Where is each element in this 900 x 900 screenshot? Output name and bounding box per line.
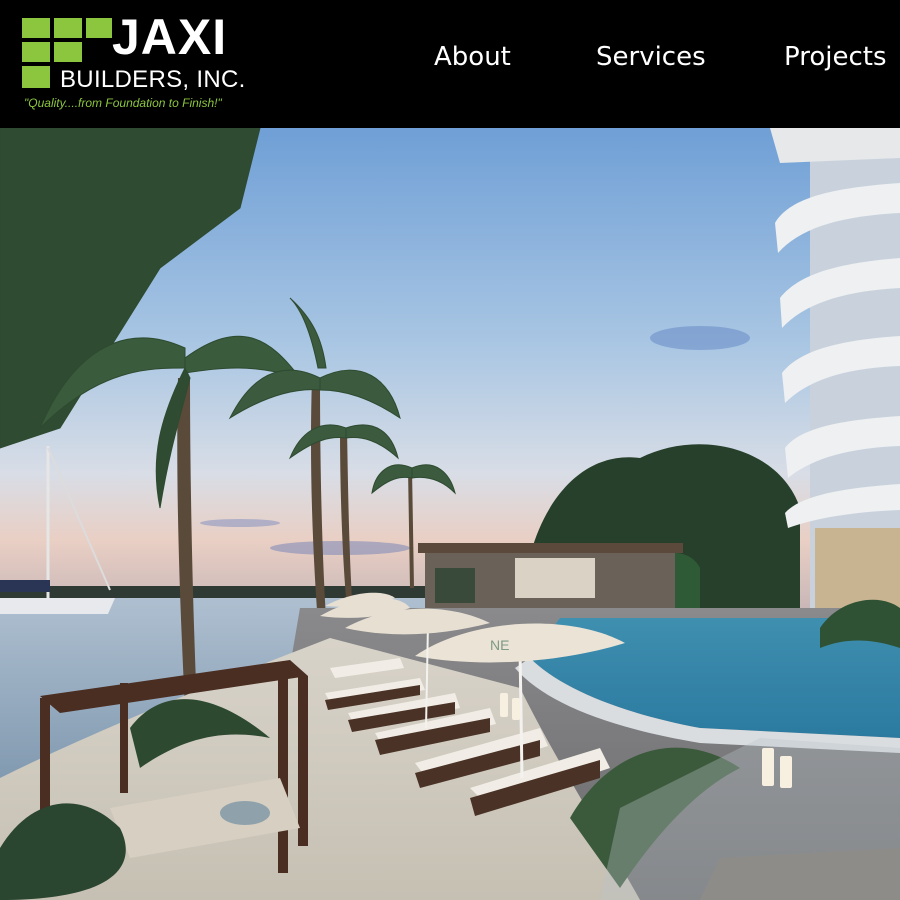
- hero-image: NE: [0, 128, 900, 900]
- resort-pool-rendering: NE: [0, 128, 900, 900]
- logo-subtitle: BUILDERS, INC.: [60, 66, 246, 93]
- site-header: JAXI BUILDERS, INC. "Quality....from Fou…: [0, 0, 900, 128]
- logo-tagline: "Quality....from Foundation to Finish!": [24, 96, 222, 110]
- outdoor-kitchen-pavilion: [418, 543, 683, 608]
- umbrella-logo-text: NE: [490, 637, 509, 653]
- nav-services[interactable]: Services: [596, 40, 706, 74]
- nav-about[interactable]: About: [434, 40, 511, 74]
- logo-name: JAXI: [112, 9, 228, 65]
- jaxi-builders-logo[interactable]: JAXI BUILDERS, INC. "Quality....from Fou…: [22, 12, 252, 113]
- nav-projects[interactable]: Projects: [784, 40, 887, 74]
